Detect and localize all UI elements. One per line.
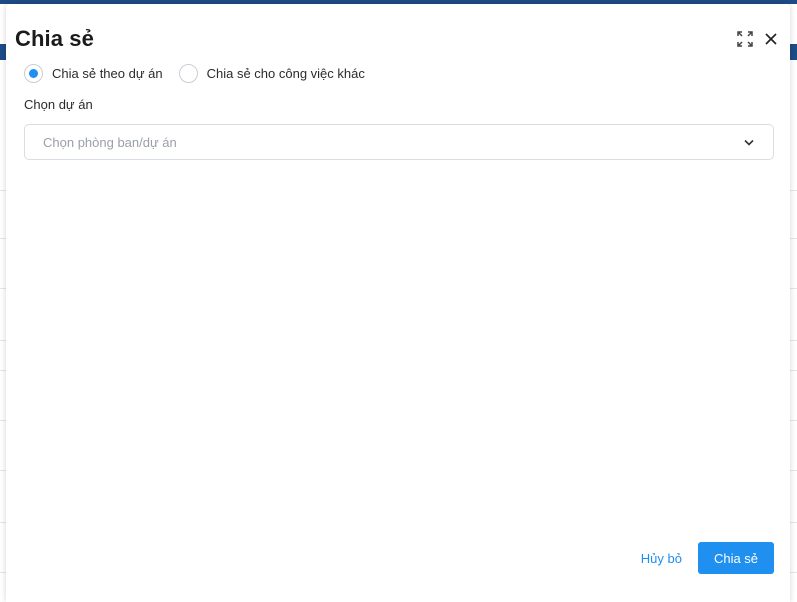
- project-select[interactable]: Chọn phòng ban/dự án: [24, 124, 774, 160]
- share-modal: Chia sẻ Chia sẻ theo dự án Chia sẻ cho c…: [6, 4, 790, 602]
- modal-header-actions: [736, 30, 780, 48]
- close-icon[interactable]: [762, 30, 780, 48]
- share-mode-radio-group: Chia sẻ theo dự án Chia sẻ cho công việc…: [24, 64, 381, 83]
- radio-share-other-task[interactable]: Chia sẻ cho công việc khác: [178, 64, 365, 83]
- radio-label: Chia sẻ theo dự án: [52, 66, 163, 81]
- share-submit-button[interactable]: Chia sẻ: [698, 542, 774, 574]
- modal-footer: Hủy bỏ Chia sẻ: [639, 542, 774, 574]
- expand-icon[interactable]: [736, 30, 754, 48]
- project-field-label: Chọn dự án: [24, 97, 93, 112]
- radio-label: Chia sẻ cho công việc khác: [206, 66, 365, 81]
- radio-button-unchecked[interactable]: [178, 64, 198, 83]
- radio-share-by-project[interactable]: Chia sẻ theo dự án: [24, 64, 163, 83]
- modal-title: Chia sẻ: [15, 26, 94, 51]
- radio-button-checked[interactable]: [24, 64, 43, 83]
- cancel-button[interactable]: Hủy bỏ: [639, 545, 684, 572]
- project-select-placeholder: Chọn phòng ban/dự án: [43, 134, 177, 150]
- chevron-down-icon: [743, 136, 755, 148]
